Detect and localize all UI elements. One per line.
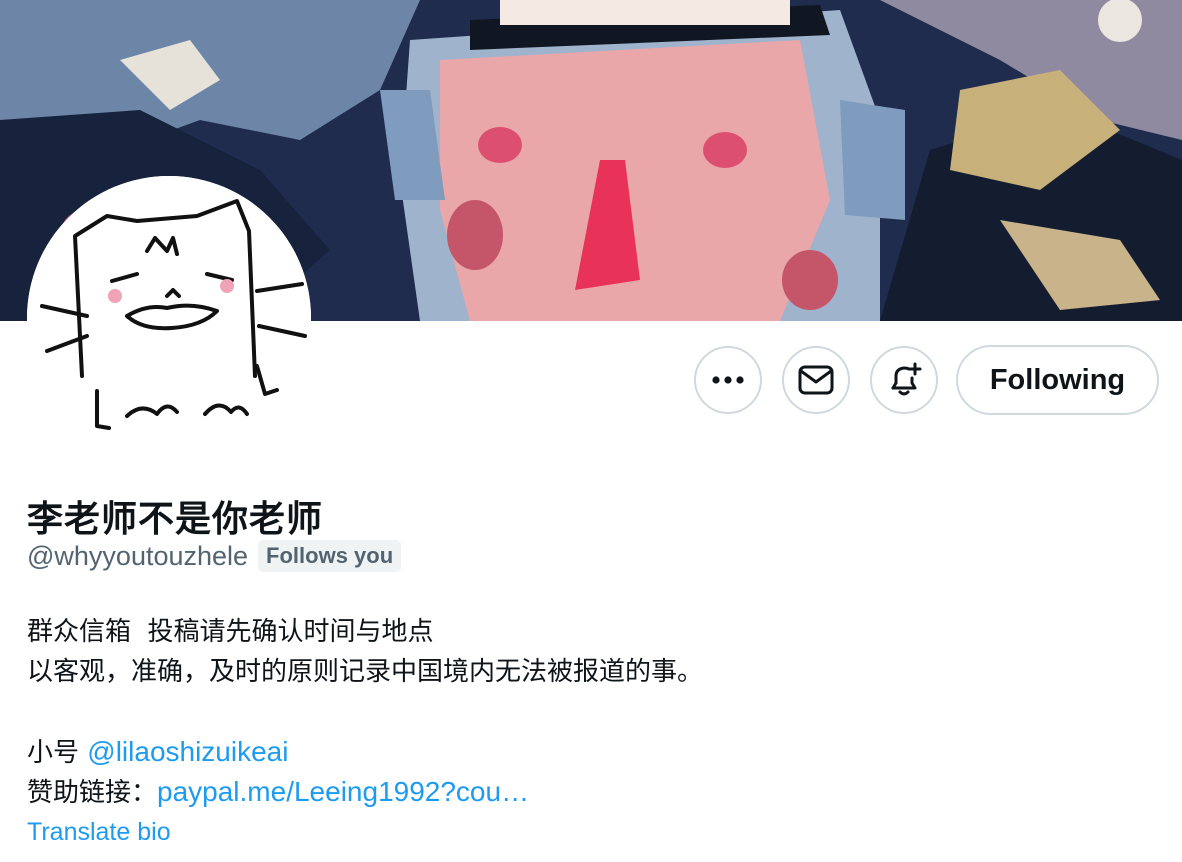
bio-alt-account: 小号 @lilaoshizuikeai	[27, 732, 703, 772]
message-button[interactable]	[782, 346, 850, 414]
bio-line-1: 群众信箱 投稿请先确认时间与地点	[27, 617, 434, 647]
alt-account-link[interactable]: @lilaoshizuikeai	[87, 736, 288, 767]
sponsor-label: 赞助链接：	[27, 778, 158, 808]
bio-line-2: 以客观，准确，及时的原则记录中国境内无法被报道的事。	[27, 657, 704, 687]
handle-row: @whyyoutouzhele Follows you	[27, 540, 402, 572]
user-handle: @whyyoutouzhele	[27, 540, 249, 571]
translate-bio-link[interactable]: Translate bio	[27, 818, 171, 847]
more-icon	[712, 376, 744, 384]
envelope-icon	[798, 365, 834, 395]
alt-account-label: 小号	[27, 738, 80, 768]
profile-avatar[interactable]	[27, 176, 311, 460]
bio-sponsor: 赞助链接：paypal.me/Leeing1992?cou…	[27, 772, 703, 812]
sponsor-link[interactable]: paypal.me/Leeing1992?cou…	[157, 776, 529, 807]
bell-plus-icon	[891, 362, 922, 396]
profile-bio: 群众信箱 投稿请先确认时间与地点 以客观，准确，及时的原则记录中国境内无法被报道…	[27, 612, 703, 812]
cat-drawing	[27, 176, 311, 460]
more-button[interactable]	[694, 346, 762, 414]
profile-actions: Following	[694, 345, 1159, 415]
follows-you-badge: Follows you	[258, 540, 402, 572]
notifications-button[interactable]	[870, 346, 938, 414]
following-button[interactable]: Following	[956, 345, 1159, 415]
bio-spacer	[27, 692, 703, 732]
display-name: 李老师不是你老师	[27, 499, 324, 540]
